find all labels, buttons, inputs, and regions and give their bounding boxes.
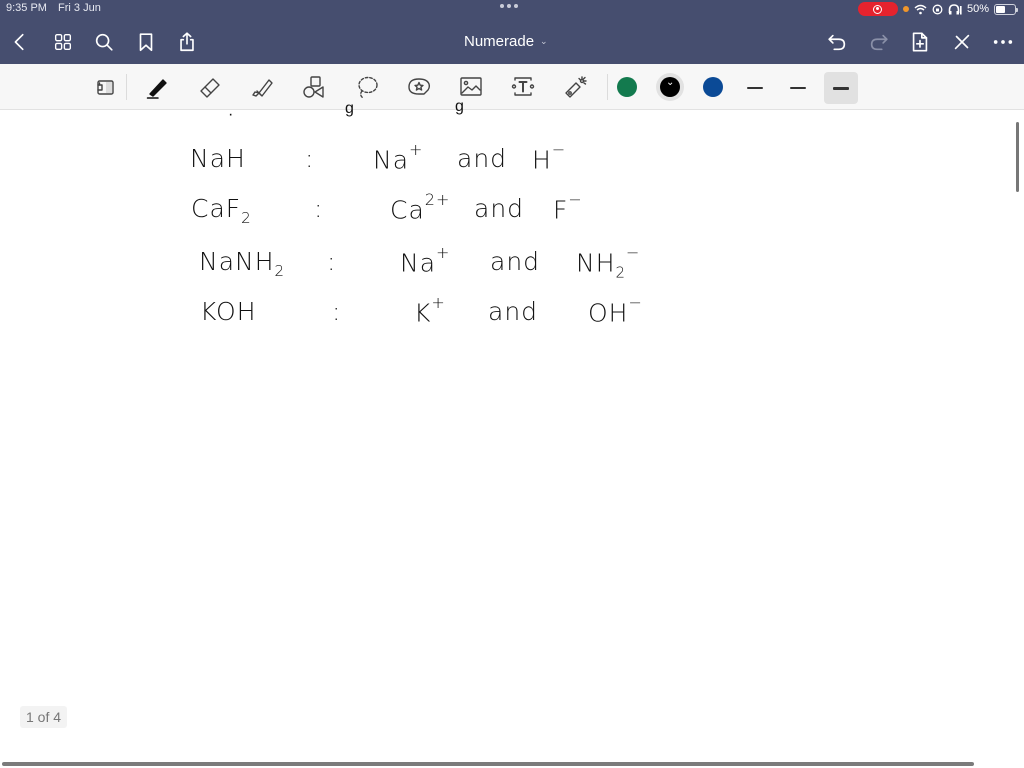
conjunction: and xyxy=(474,194,525,223)
cation: K+ xyxy=(414,293,446,328)
share-icon xyxy=(180,32,194,52)
multitasking-dots-icon[interactable] xyxy=(500,4,518,8)
conjunction: and xyxy=(457,144,508,173)
drawing-toolbar: ✱ xyxy=(0,64,1024,144)
bookmark-button[interactable] xyxy=(134,30,158,54)
status-clock: 9:35 PM Fri 3 Jun xyxy=(6,2,109,14)
screen-recording-icon[interactable] xyxy=(857,2,898,16)
close-pen-icon xyxy=(954,34,970,50)
headphones-icon xyxy=(948,3,962,14)
thickness-medium[interactable] xyxy=(781,72,815,104)
separator-colon: : xyxy=(327,247,337,276)
status-date: Fri 3 Jun xyxy=(58,2,101,14)
separator-colon: : xyxy=(314,194,324,223)
toolbar-divider xyxy=(607,74,608,100)
cation: Na+ xyxy=(373,140,424,175)
color-swatch-green[interactable] xyxy=(617,77,637,97)
status-time: 9:35 PM xyxy=(6,2,47,14)
highlighter-icon xyxy=(252,79,273,97)
thumbnails-icon xyxy=(54,33,72,51)
conjunction: and xyxy=(488,297,539,326)
close-pen-button[interactable] xyxy=(950,30,974,54)
home-indicator[interactable] xyxy=(2,762,974,766)
status-indicators: 50% xyxy=(857,1,1018,17)
conjunction: and xyxy=(490,247,541,276)
toolbar-position-button[interactable] xyxy=(89,72,121,102)
cation: Ca2+ xyxy=(390,190,451,225)
bookmark-icon xyxy=(139,33,153,52)
pen-icon xyxy=(146,79,167,99)
top-bar: 9:35 PM Fri 3 Jun 50% Numerade ⌄ xyxy=(0,0,1024,64)
shapes-tool[interactable] xyxy=(298,72,330,102)
more-icon xyxy=(993,40,1013,44)
chevron-down-icon: ⌄ xyxy=(540,36,548,46)
toolbar-divider xyxy=(126,74,127,100)
pen-tool[interactable] xyxy=(141,72,173,102)
undo-button[interactable] xyxy=(825,30,849,54)
cation: Na+ xyxy=(400,243,451,278)
color-swatch-black[interactable] xyxy=(660,77,680,97)
document-title-menu[interactable]: Numerade ⌄ xyxy=(464,33,548,50)
lasso-icon xyxy=(358,76,378,99)
eraser-tool[interactable] xyxy=(194,72,226,102)
lasso-tool[interactable] xyxy=(351,72,383,102)
sticker-tool[interactable] xyxy=(403,72,435,102)
battery-percent: 50% xyxy=(966,3,989,15)
add-page-button[interactable] xyxy=(908,30,932,54)
redo-icon xyxy=(870,34,888,51)
eraser-icon xyxy=(200,78,220,98)
search-icon xyxy=(95,33,113,51)
text-icon xyxy=(511,77,535,96)
document-title: Numerade xyxy=(464,33,535,50)
anion: F− xyxy=(553,190,583,225)
add-page-icon xyxy=(912,32,928,52)
back-button[interactable] xyxy=(8,30,32,54)
compound-formula: NaH xyxy=(190,144,246,173)
separator-colon: : xyxy=(332,297,342,326)
undo-icon xyxy=(828,34,846,51)
highlighter-tool[interactable] xyxy=(246,72,278,102)
partial-ink-stroke: ɡ xyxy=(455,98,464,115)
compound-formula: CaF2 xyxy=(191,194,252,227)
mic-in-use-icon xyxy=(902,6,909,12)
separator-colon: : xyxy=(305,144,315,173)
search-button[interactable] xyxy=(92,30,116,54)
wifi-icon xyxy=(914,4,927,14)
thumbnails-button[interactable] xyxy=(51,30,75,54)
partial-ink-stroke: ɡ xyxy=(345,100,354,117)
thickness-thin[interactable] xyxy=(738,72,772,104)
orientation-lock-icon xyxy=(932,4,943,14)
sticker-icon xyxy=(408,78,431,95)
shapes-icon xyxy=(303,76,324,98)
more-button[interactable] xyxy=(991,30,1015,54)
page-toolbar-icon xyxy=(97,80,114,95)
anion: H− xyxy=(532,140,567,175)
thickness-thick[interactable] xyxy=(824,72,858,104)
vertical-scrollbar[interactable] xyxy=(1016,122,1019,192)
partial-ink-stroke: · xyxy=(228,106,234,123)
image-icon xyxy=(460,77,482,96)
battery-icon xyxy=(994,3,1018,15)
color-swatch-blue[interactable] xyxy=(703,77,723,97)
share-button[interactable] xyxy=(175,30,199,54)
compound-formula: KOH xyxy=(200,297,257,326)
anion: NH2− xyxy=(576,243,641,282)
compound-formula: NaNH2 xyxy=(199,247,286,280)
redo-button[interactable] xyxy=(867,30,891,54)
text-tool[interactable] xyxy=(507,72,539,102)
laser-pointer-tool[interactable] xyxy=(560,72,592,102)
note-canvas[interactable]: · ɡ ɡ NaH: Na+ and H− CaF2: Ca2+ and F− NaNH2: Na… xyxy=(0,98,1024,760)
anion: OH− xyxy=(588,293,643,328)
back-icon xyxy=(14,33,24,51)
page-indicator: 1 of 4 xyxy=(20,706,68,728)
laser-pointer-icon xyxy=(565,76,587,98)
